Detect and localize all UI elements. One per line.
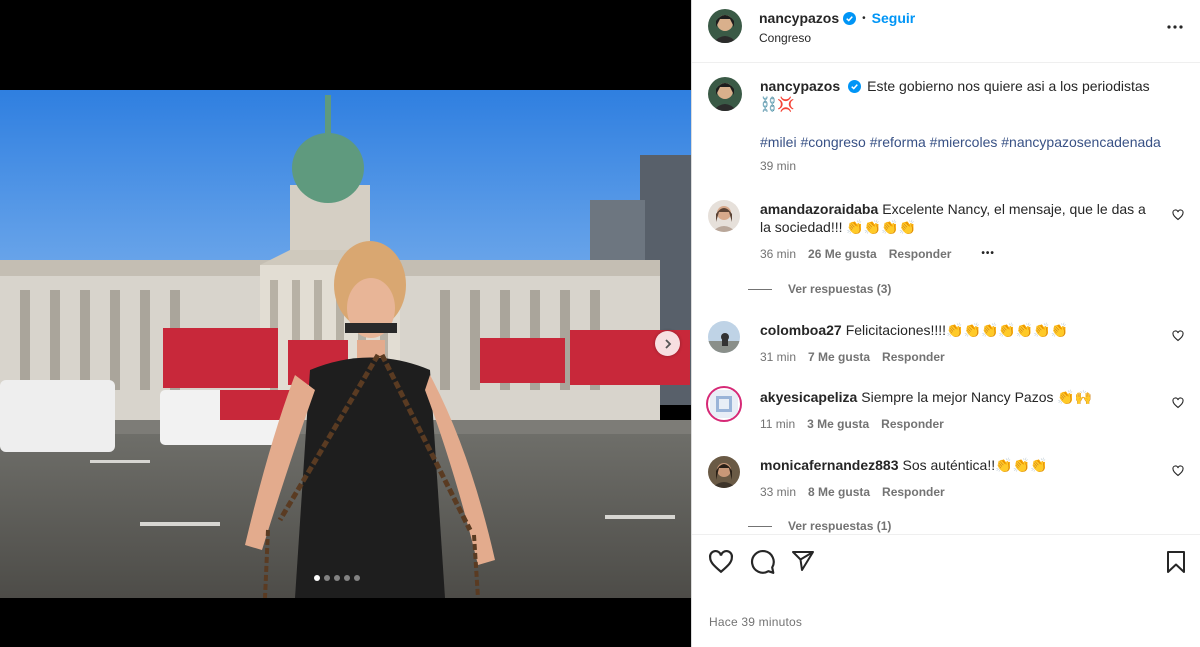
- heart-icon[interactable]: [1172, 465, 1184, 477]
- post-timestamp[interactable]: Hace 39 minutos: [709, 615, 802, 629]
- hashtag-link[interactable]: #miercoles: [930, 134, 998, 150]
- caption-username[interactable]: nancypazos: [760, 78, 840, 94]
- comment-time[interactable]: 31 min: [760, 348, 796, 366]
- paper-plane-icon[interactable]: [791, 549, 815, 573]
- header-user-line: nancypazos • Seguir: [759, 10, 915, 26]
- comment-time[interactable]: 11 min: [760, 415, 795, 433]
- heart-icon[interactable]: [1172, 397, 1184, 409]
- comment-body: monicafernandez883 Sos auténtica!!👏👏👏 33 …: [760, 456, 1160, 501]
- caption-meta: 39 min: [760, 157, 1170, 175]
- carousel-indicator: [314, 575, 360, 581]
- comment-username[interactable]: monicafernandez883: [760, 457, 899, 473]
- comment-username[interactable]: akyesicapeliza: [760, 389, 857, 405]
- hashtag-list: #milei #congreso #reforma #miercoles #na…: [760, 133, 1170, 151]
- hashtag-link[interactable]: #nancypazosencadenada: [1001, 134, 1161, 150]
- reply-button[interactable]: Responder: [882, 348, 945, 366]
- post-location[interactable]: Congreso: [759, 31, 811, 45]
- instagram-post-view: nancypazos • Seguir Congreso nancypazos E…: [0, 0, 1200, 647]
- comment-item: akyesicapeliza Siempre la mejor Nancy Paz…: [706, 386, 1184, 438]
- comment-username[interactable]: colomboa27: [760, 322, 842, 338]
- chevron-right-icon: [664, 338, 671, 349]
- view-replies-button[interactable]: Ver respuestas (3): [748, 282, 891, 296]
- view-replies-button[interactable]: Ver respuestas (1): [748, 519, 891, 533]
- comment-body: akyesicapeliza Siempre la mejor Nancy Paz…: [760, 388, 1160, 433]
- comment-item: amandazoraidaba Excelente Nancy, el mensa…: [708, 200, 1184, 280]
- author-avatar[interactable]: [708, 77, 742, 111]
- comment-text: Sos auténtica!!👏👏👏: [902, 457, 1048, 473]
- comment-body: colomboa27 Felicitaciones!!!!👏👏👏👏👏👏👏 31 m…: [760, 321, 1160, 366]
- action-bar: Hace 39 minutos: [692, 534, 1200, 647]
- hashtag-link[interactable]: #reforma: [870, 134, 926, 150]
- view-replies-label: Ver respuestas (1): [788, 519, 892, 533]
- photo-illustration: [0, 90, 691, 598]
- comment-item: colomboa27 Felicitaciones!!!!👏👏👏👏👏👏👏 31 m…: [708, 321, 1184, 371]
- caption-time[interactable]: 39 min: [760, 157, 796, 175]
- reply-button[interactable]: Responder: [889, 245, 952, 263]
- post-photo[interactable]: [0, 90, 691, 598]
- heart-icon[interactable]: [708, 549, 734, 575]
- commenter-avatar[interactable]: [708, 456, 740, 488]
- carousel-next-button[interactable]: [655, 331, 680, 356]
- hashtag-link[interactable]: #milei: [760, 134, 797, 150]
- commenter-avatar[interactable]: [708, 321, 740, 353]
- comment-body: amandazoraidaba Excelente Nancy, el mensa…: [760, 200, 1160, 263]
- comment-text: Felicitaciones!!!!👏👏👏👏👏👏👏: [845, 322, 1069, 338]
- verified-badge-icon: [848, 80, 862, 93]
- comments-list: nancypazos Este gobierno nos quiere asi a…: [692, 64, 1200, 534]
- separator-dot: •: [862, 12, 866, 24]
- bookmark-icon[interactable]: [1164, 549, 1188, 575]
- reply-button[interactable]: Responder: [881, 415, 944, 433]
- post-side-panel: nancypazos • Seguir Congreso nancypazos E…: [691, 0, 1200, 647]
- comment-likes[interactable]: 3 Me gusta: [807, 415, 869, 433]
- author-username[interactable]: nancypazos: [759, 10, 839, 26]
- caption-body: nancypazos Este gobierno nos quiere asi a…: [760, 77, 1170, 175]
- caption-emojis: ⛓️💢: [760, 96, 795, 112]
- post-caption: nancypazos Este gobierno nos quiere asi a…: [708, 77, 1184, 187]
- comment-likes[interactable]: 7 Me gusta: [808, 348, 870, 366]
- view-replies-line: [748, 525, 772, 527]
- carousel-dot: [314, 575, 320, 581]
- heart-icon[interactable]: [1172, 209, 1184, 221]
- follow-button[interactable]: Seguir: [872, 10, 916, 26]
- view-replies-line: [748, 288, 772, 290]
- comment-item: monicafernandez883 Sos auténtica!!👏👏👏 33 …: [708, 456, 1184, 506]
- post-media: [0, 0, 691, 647]
- commenter-avatar[interactable]: [706, 386, 742, 422]
- hashtag-link[interactable]: #congreso: [800, 134, 865, 150]
- comment-icon[interactable]: [750, 549, 776, 575]
- comment-more-button[interactable]: •••: [981, 245, 995, 263]
- author-avatar[interactable]: [708, 9, 742, 43]
- heart-icon[interactable]: [1172, 330, 1184, 342]
- commenter-avatar[interactable]: [708, 200, 740, 232]
- comment-text: Siempre la mejor Nancy Pazos 👏🙌: [861, 389, 1093, 405]
- view-replies-label: Ver respuestas (3): [788, 282, 892, 296]
- carousel-dot: [354, 575, 360, 581]
- comment-time[interactable]: 33 min: [760, 483, 796, 501]
- post-header: nancypazos • Seguir Congreso: [692, 0, 1200, 63]
- comment-meta: 11 min 3 Me gusta Responder: [760, 415, 1160, 433]
- comment-likes[interactable]: 8 Me gusta: [808, 483, 870, 501]
- comment-time[interactable]: 36 min: [760, 245, 796, 263]
- comment-meta: 33 min 8 Me gusta Responder: [760, 483, 1160, 501]
- more-options-icon[interactable]: [1166, 18, 1184, 36]
- comment-username[interactable]: amandazoraidaba: [760, 201, 878, 217]
- reply-button[interactable]: Responder: [882, 483, 945, 501]
- comment-meta: 31 min 7 Me gusta Responder: [760, 348, 1160, 366]
- comment-meta: 36 min 26 Me gusta Responder •••: [760, 245, 1160, 263]
- carousel-dot: [334, 575, 340, 581]
- carousel-dot: [324, 575, 330, 581]
- caption-text: Este gobierno nos quiere asi a los perio…: [867, 78, 1150, 94]
- verified-badge-icon: [843, 11, 857, 25]
- carousel-dot: [344, 575, 350, 581]
- comment-likes[interactable]: 26 Me gusta: [808, 245, 877, 263]
